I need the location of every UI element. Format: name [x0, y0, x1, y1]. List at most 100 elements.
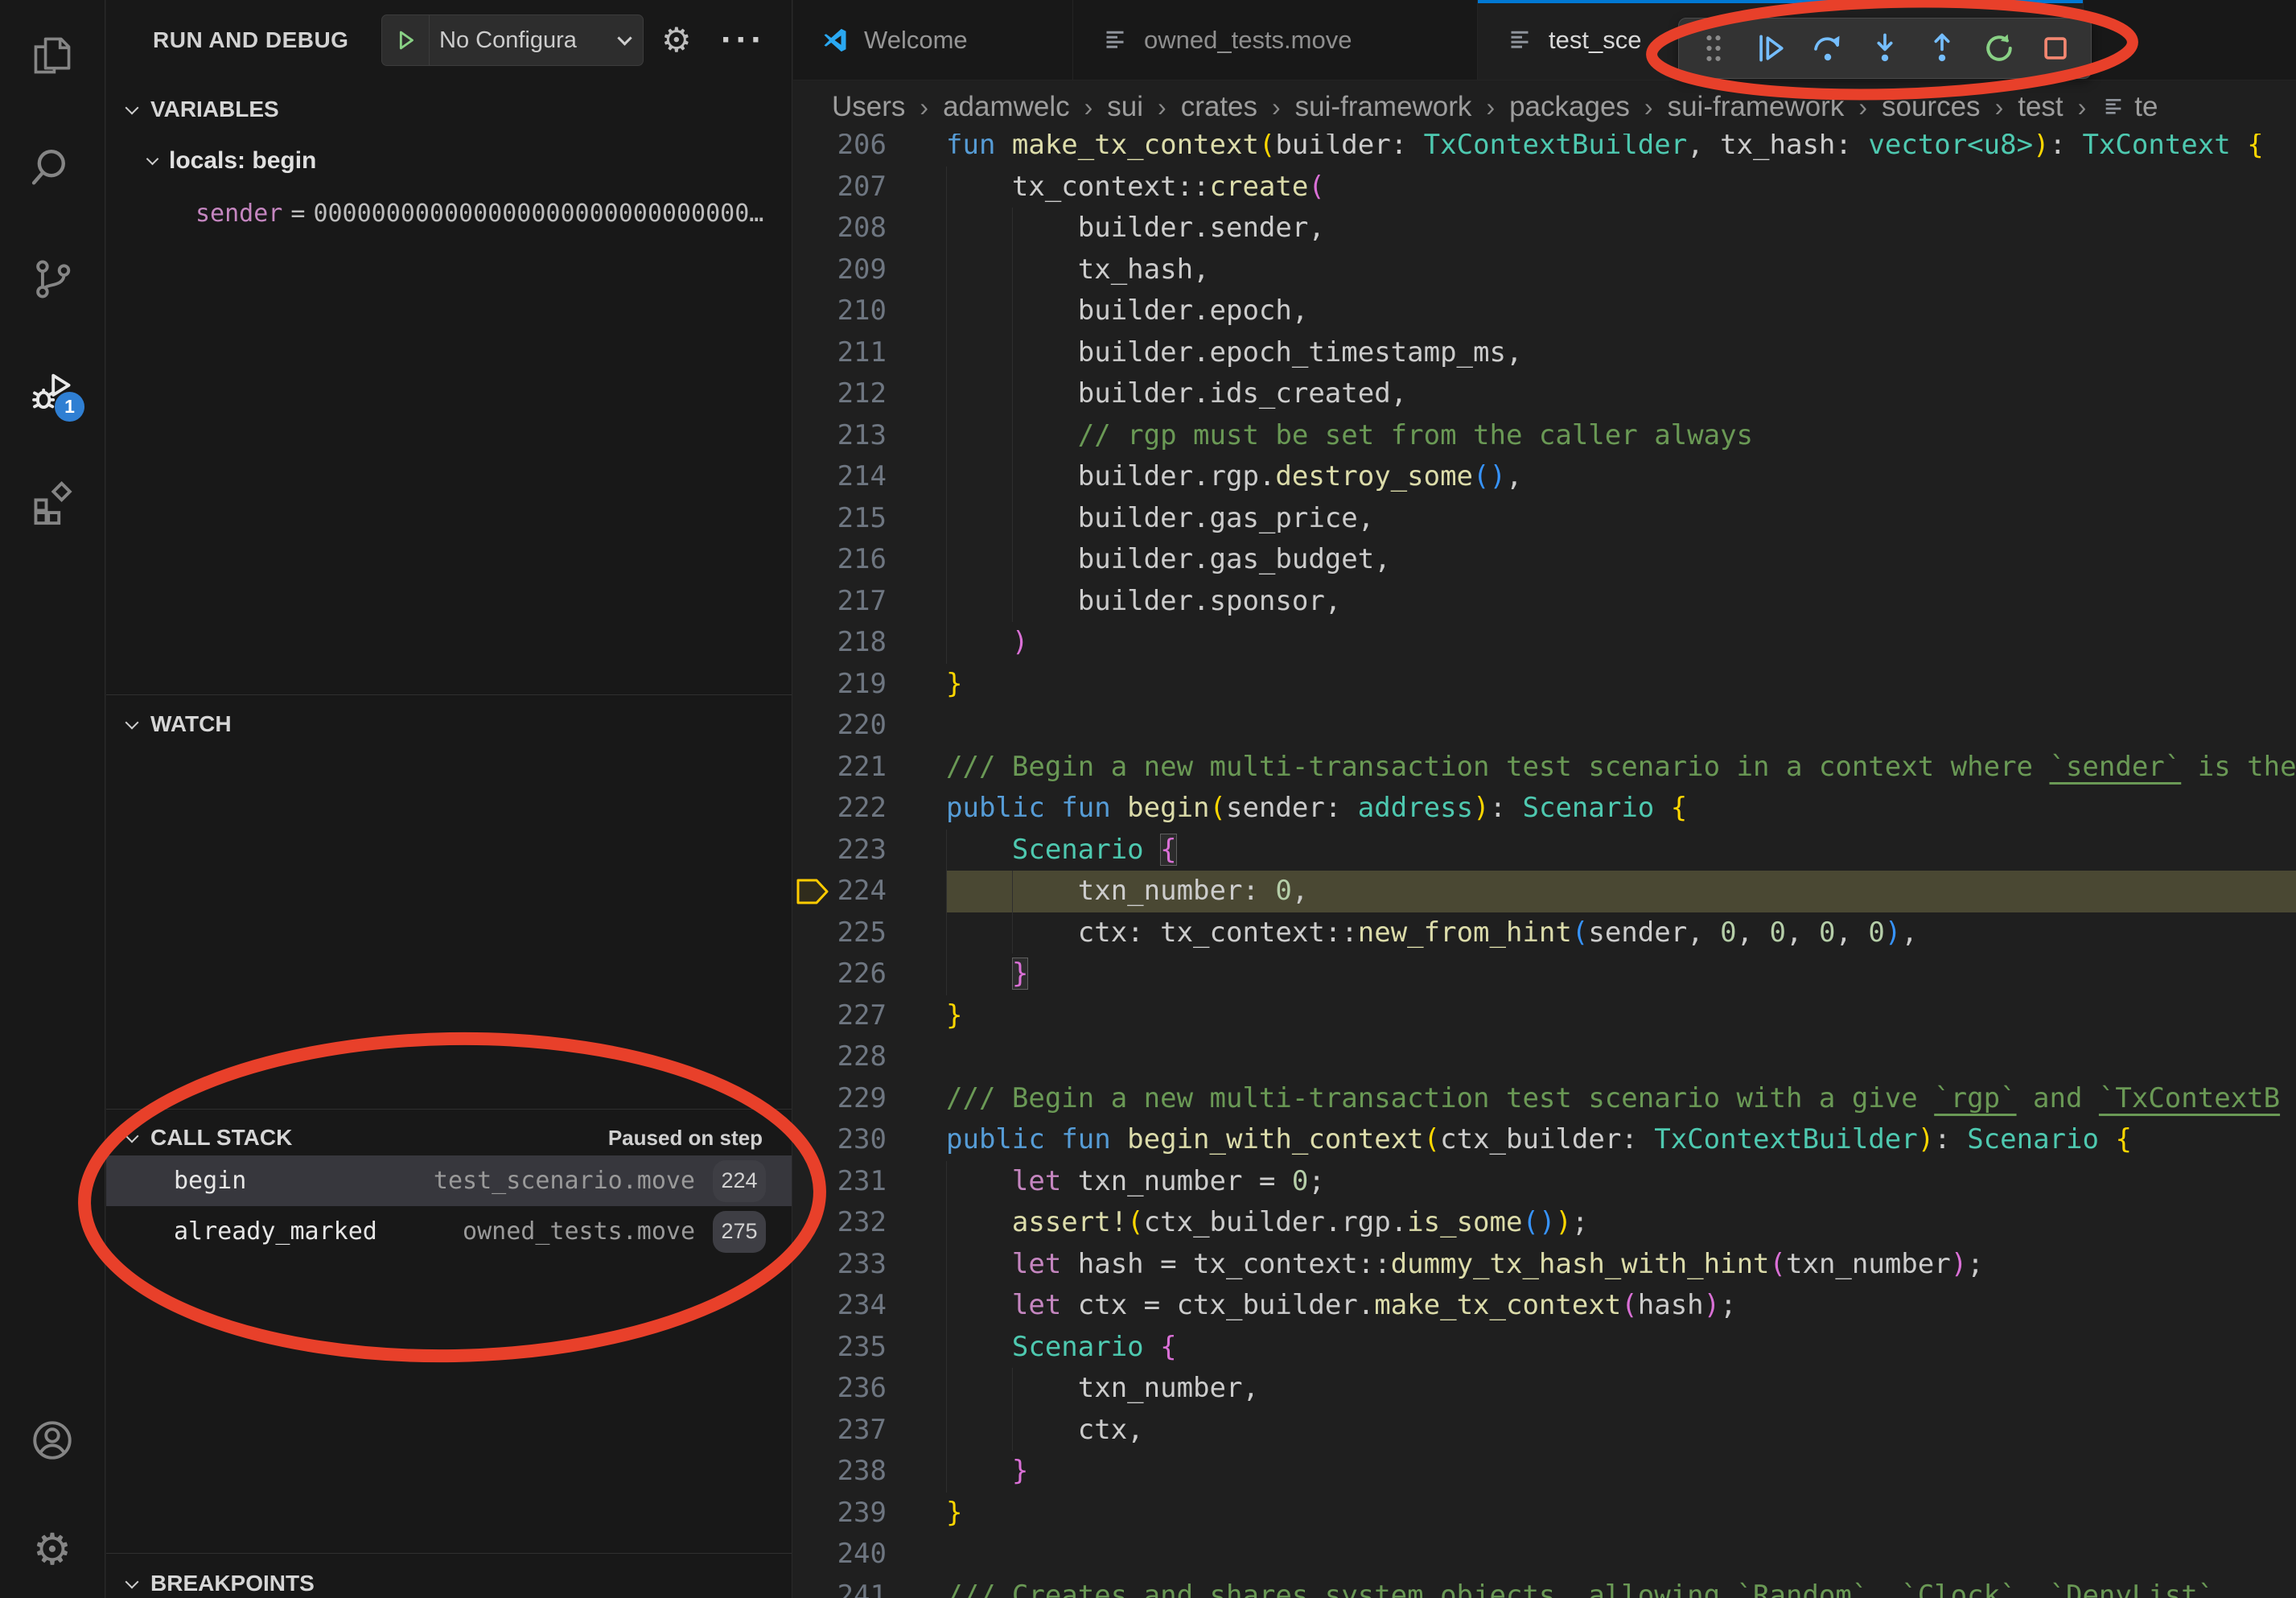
line-number[interactable]: 217	[793, 581, 946, 623]
line-number[interactable]: 216	[793, 539, 946, 581]
run-and-debug-icon[interactable]: 1	[28, 367, 76, 415]
line-number[interactable]: 222	[793, 788, 946, 830]
account-icon[interactable]	[28, 1416, 76, 1464]
line-number[interactable]: 240	[793, 1534, 946, 1575]
line-number[interactable]: 233	[793, 1244, 946, 1286]
line-number[interactable]: 226	[793, 953, 946, 995]
source-control-icon[interactable]	[28, 255, 76, 303]
breadcrumb-item[interactable]: sui-framework	[1295, 91, 1472, 123]
code-line[interactable]: 240	[793, 1534, 2296, 1575]
code-editor[interactable]: 206fun make_tx_context(builder: TxContex…	[793, 125, 2296, 1598]
more-actions-icon[interactable]: ···	[721, 0, 766, 80]
code-line[interactable]: 212builder.ids_created,	[793, 373, 2296, 415]
continue-button[interactable]	[1747, 25, 1794, 72]
line-number[interactable]: 224	[793, 871, 946, 912]
line-number[interactable]: 229	[793, 1078, 946, 1120]
breadcrumb-item[interactable]: sources	[1882, 91, 1981, 123]
launch-config-control[interactable]: No Configura	[381, 14, 644, 66]
code-line[interactable]: 227}	[793, 995, 2296, 1037]
extensions-icon[interactable]	[28, 479, 76, 527]
code-line[interactable]: 230public fun begin_with_context(ctx_bui…	[793, 1119, 2296, 1161]
line-number[interactable]: 238	[793, 1451, 946, 1493]
breadcrumb-item[interactable]: sui-framework	[1668, 91, 1845, 123]
code-line[interactable]: 209tx_hash,	[793, 249, 2296, 291]
breadcrumb-item[interactable]: packages	[1509, 91, 1630, 123]
line-number[interactable]: 207	[793, 167, 946, 208]
line-number[interactable]: 223	[793, 830, 946, 871]
code-line[interactable]: 237ctx,	[793, 1410, 2296, 1452]
line-number[interactable]: 221	[793, 747, 946, 789]
stack-frame-begin[interactable]: begintest_scenario.move224	[106, 1155, 792, 1206]
section-header-watch[interactable]: WATCH	[106, 705, 792, 743]
line-number[interactable]: 228	[793, 1036, 946, 1078]
line-number[interactable]: 225	[793, 912, 946, 954]
section-header-call-stack[interactable]: CALL STACK Paused on step	[106, 1118, 792, 1157]
breadcrumb-item[interactable]: sui	[1107, 91, 1143, 123]
code-line[interactable]: 241/// Creates and shares system objects…	[793, 1575, 2296, 1598]
code-line[interactable]: 228	[793, 1036, 2296, 1078]
stop-button[interactable]	[2032, 25, 2079, 72]
line-number[interactable]: 234	[793, 1285, 946, 1327]
variables-scope-row[interactable]: locals: begin	[106, 142, 792, 180]
code-line[interactable]: 215builder.gas_price,	[793, 498, 2296, 540]
settings-icon[interactable]: ⚙	[28, 1526, 76, 1574]
line-number[interactable]: 212	[793, 373, 946, 415]
line-number[interactable]: 213	[793, 415, 946, 457]
code-line[interactable]: 231let txn_number = 0;	[793, 1161, 2296, 1203]
breadcrumb-item[interactable]: adamwelc	[943, 91, 1070, 123]
line-number[interactable]: 236	[793, 1368, 946, 1410]
code-line[interactable]: 233let hash = tx_context::dummy_tx_hash_…	[793, 1244, 2296, 1286]
code-line[interactable]: 216builder.gas_budget,	[793, 539, 2296, 581]
code-line[interactable]: 214builder.rgp.destroy_some(),	[793, 456, 2296, 498]
variable-row-sender[interactable]: sender = 000000000000000000000000000000…	[106, 195, 792, 232]
code-line[interactable]: 236txn_number,	[793, 1368, 2296, 1410]
line-number[interactable]: 237	[793, 1410, 946, 1452]
line-number[interactable]: 210	[793, 290, 946, 332]
code-line[interactable]: 208builder.sender,	[793, 208, 2296, 249]
code-line[interactable]: 238}	[793, 1451, 2296, 1493]
tab-owned-tests[interactable]: owned_tests.move	[1073, 0, 1478, 80]
line-number[interactable]: 214	[793, 456, 946, 498]
line-number[interactable]: 219	[793, 664, 946, 706]
line-number[interactable]: 215	[793, 498, 946, 540]
line-number[interactable]: 235	[793, 1327, 946, 1369]
breadcrumb-file[interactable]: te	[2134, 91, 2158, 123]
code-line[interactable]: 211builder.epoch_timestamp_ms,	[793, 332, 2296, 374]
step-over-button[interactable]	[1804, 25, 1851, 72]
line-number[interactable]: 239	[793, 1493, 946, 1534]
line-number[interactable]: 230	[793, 1119, 946, 1161]
section-header-variables[interactable]: VARIABLES	[106, 90, 792, 129]
code-line-paused[interactable]: 224txn_number: 0,	[793, 871, 2296, 912]
code-line[interactable]: 210builder.epoch,	[793, 290, 2296, 332]
explorer-icon[interactable]	[28, 31, 76, 80]
code-line[interactable]: 217builder.sponsor,	[793, 581, 2296, 623]
code-line[interactable]: 239}	[793, 1493, 2296, 1534]
breadcrumb-item[interactable]: Users	[832, 91, 905, 123]
code-line[interactable]: 225ctx: tx_context::new_from_hint(sender…	[793, 912, 2296, 954]
code-line[interactable]: 219}	[793, 664, 2296, 706]
code-line[interactable]: 229/// Begin a new multi-transaction tes…	[793, 1078, 2296, 1120]
stack-frame-already_marked[interactable]: already_markedowned_tests.move275	[106, 1206, 792, 1257]
code-line[interactable]: 221/// Begin a new multi-transaction tes…	[793, 747, 2296, 789]
search-icon[interactable]	[28, 143, 76, 192]
breadcrumb-item[interactable]: test	[2018, 91, 2063, 123]
line-number[interactable]: 231	[793, 1161, 946, 1203]
line-number[interactable]: 211	[793, 332, 946, 374]
code-line[interactable]: 223Scenario {	[793, 830, 2296, 871]
line-number[interactable]: 227	[793, 995, 946, 1037]
drag-handle-icon[interactable]	[1690, 25, 1737, 72]
code-line[interactable]: 235Scenario {	[793, 1327, 2296, 1369]
line-number[interactable]: 220	[793, 705, 946, 747]
restart-button[interactable]	[1976, 25, 2022, 72]
code-line[interactable]: 226}	[793, 953, 2296, 995]
line-number[interactable]: 208	[793, 208, 946, 249]
breadcrumb-item[interactable]: crates	[1181, 91, 1257, 123]
tab-welcome[interactable]: Welcome	[793, 0, 1073, 80]
code-line[interactable]: 222public fun begin(sender: address): Sc…	[793, 788, 2296, 830]
step-into-button[interactable]	[1862, 25, 1908, 72]
code-line[interactable]: 232assert!(ctx_builder.rgp.is_some());	[793, 1202, 2296, 1244]
code-line[interactable]: 213// rgp must be set from the caller al…	[793, 415, 2296, 457]
line-number[interactable]: 232	[793, 1202, 946, 1244]
step-out-button[interactable]	[1919, 25, 1965, 72]
section-header-breakpoints[interactable]: BREAKPOINTS	[106, 1564, 792, 1598]
